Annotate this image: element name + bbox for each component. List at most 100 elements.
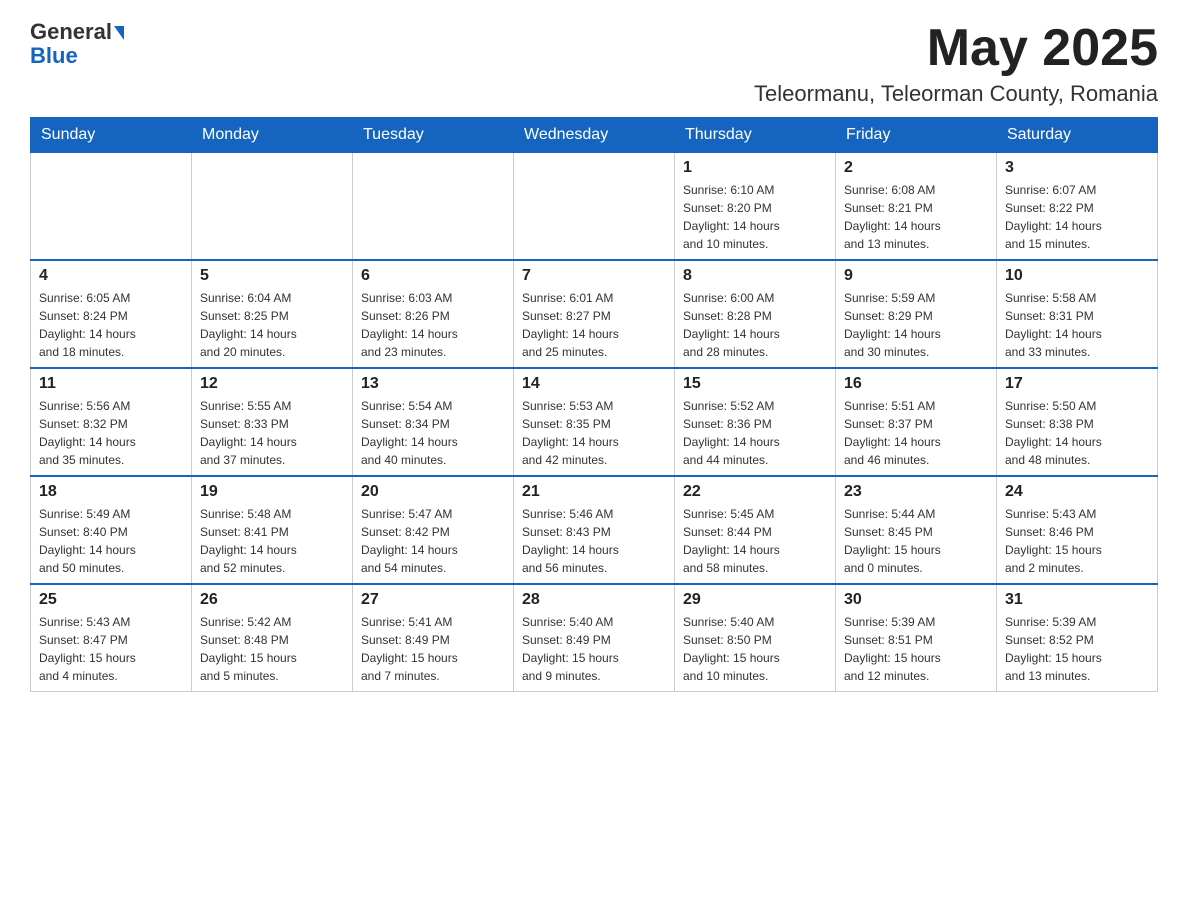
day-info: Sunrise: 5:40 AMSunset: 8:49 PMDaylight:… — [522, 613, 666, 685]
day-number: 24 — [1005, 483, 1149, 501]
day-info: Sunrise: 5:39 AMSunset: 8:52 PMDaylight:… — [1005, 613, 1149, 685]
day-number: 1 — [683, 159, 827, 177]
calendar-week-row: 11 Sunrise: 5:56 AMSunset: 8:32 PMDayligh… — [31, 368, 1158, 476]
calendar-week-row: 4 Sunrise: 6:05 AMSunset: 8:24 PMDaylight… — [31, 260, 1158, 368]
day-info: Sunrise: 6:10 AMSunset: 8:20 PMDaylight:… — [683, 181, 827, 253]
day-info: Sunrise: 5:46 AMSunset: 8:43 PMDaylight:… — [522, 505, 666, 577]
day-number: 7 — [522, 267, 666, 285]
day-number: 12 — [200, 375, 344, 393]
calendar-cell: 7 Sunrise: 6:01 AMSunset: 8:27 PMDaylight… — [514, 260, 675, 368]
header: General Blue May 2025 Teleormanu, Teleor… — [30, 20, 1158, 107]
day-number: 2 — [844, 159, 988, 177]
day-info: Sunrise: 5:41 AMSunset: 8:49 PMDaylight:… — [361, 613, 505, 685]
calendar-cell: 24Sunrise: 5:43 AMSunset: 8:46 PMDayligh… — [997, 476, 1158, 584]
calendar-cell: 4 Sunrise: 6:05 AMSunset: 8:24 PMDaylight… — [31, 260, 192, 368]
calendar-table: SundayMondayTuesdayWednesdayThursdayFrid… — [30, 117, 1158, 692]
day-number: 22 — [683, 483, 827, 501]
day-info: Sunrise: 6:01 AMSunset: 8:27 PMDaylight:… — [522, 289, 666, 361]
day-info: Sunrise: 5:39 AMSunset: 8:51 PMDaylight:… — [844, 613, 988, 685]
day-info: Sunrise: 6:03 AMSunset: 8:26 PMDaylight:… — [361, 289, 505, 361]
day-info: Sunrise: 5:45 AMSunset: 8:44 PMDaylight:… — [683, 505, 827, 577]
calendar-cell: 27 Sunrise: 5:41 AMSunset: 8:49 PMDayligh… — [353, 584, 514, 692]
day-info: Sunrise: 5:54 AMSunset: 8:34 PMDaylight:… — [361, 397, 505, 469]
day-number: 31 — [1005, 591, 1149, 609]
day-number: 10 — [1005, 267, 1149, 285]
calendar-cell: 10 Sunrise: 5:58 AMSunset: 8:31 PMDayligh… — [997, 260, 1158, 368]
day-info: Sunrise: 5:47 AMSunset: 8:42 PMDaylight:… — [361, 505, 505, 577]
day-info: Sunrise: 6:04 AMSunset: 8:25 PMDaylight:… — [200, 289, 344, 361]
day-number: 4 — [39, 267, 183, 285]
day-number: 11 — [39, 375, 183, 393]
calendar-cell: 9Sunrise: 5:59 AMSunset: 8:29 PMDaylight… — [836, 260, 997, 368]
day-number: 27 — [361, 591, 505, 609]
calendar-cell — [353, 153, 514, 261]
day-info: Sunrise: 5:55 AMSunset: 8:33 PMDaylight:… — [200, 397, 344, 469]
day-info: Sunrise: 6:00 AMSunset: 8:28 PMDaylight:… — [683, 289, 827, 361]
title-area: May 2025 Teleormanu, Teleorman County, R… — [754, 20, 1158, 107]
weekday-header-wednesday: Wednesday — [514, 118, 675, 153]
calendar-cell: 16Sunrise: 5:51 AMSunset: 8:37 PMDayligh… — [836, 368, 997, 476]
calendar-cell: 19Sunrise: 5:48 AMSunset: 8:41 PMDayligh… — [192, 476, 353, 584]
day-info: Sunrise: 6:08 AMSunset: 8:21 PMDaylight:… — [844, 181, 988, 253]
calendar-cell: 22 Sunrise: 5:45 AMSunset: 8:44 PMDayligh… — [675, 476, 836, 584]
day-number: 3 — [1005, 159, 1149, 177]
calendar-cell: 23 Sunrise: 5:44 AMSunset: 8:45 PMDayligh… — [836, 476, 997, 584]
day-number: 8 — [683, 267, 827, 285]
day-info: Sunrise: 5:58 AMSunset: 8:31 PMDaylight:… — [1005, 289, 1149, 361]
weekday-header-tuesday: Tuesday — [353, 118, 514, 153]
day-number: 16 — [844, 375, 988, 393]
day-info: Sunrise: 5:43 AMSunset: 8:47 PMDaylight:… — [39, 613, 183, 685]
calendar-cell: 1 Sunrise: 6:10 AMSunset: 8:20 PMDaylight… — [675, 153, 836, 261]
calendar-week-row: 25 Sunrise: 5:43 AMSunset: 8:47 PMDayligh… — [31, 584, 1158, 692]
calendar-cell: 11 Sunrise: 5:56 AMSunset: 8:32 PMDayligh… — [31, 368, 192, 476]
day-number: 17 — [1005, 375, 1149, 393]
day-info: Sunrise: 5:42 AMSunset: 8:48 PMDaylight:… — [200, 613, 344, 685]
calendar-cell — [192, 153, 353, 261]
day-info: Sunrise: 5:40 AMSunset: 8:50 PMDaylight:… — [683, 613, 827, 685]
day-number: 21 — [522, 483, 666, 501]
calendar-cell: 31 Sunrise: 5:39 AMSunset: 8:52 PMDayligh… — [997, 584, 1158, 692]
calendar-header-row: SundayMondayTuesdayWednesdayThursdayFrid… — [31, 118, 1158, 153]
day-number: 13 — [361, 375, 505, 393]
location-title: Teleormanu, Teleorman County, Romania — [754, 81, 1158, 107]
calendar-cell: 13 Sunrise: 5:54 AMSunset: 8:34 PMDayligh… — [353, 368, 514, 476]
logo-blue-text: Blue — [30, 44, 124, 68]
day-number: 26 — [200, 591, 344, 609]
day-number: 6 — [361, 267, 505, 285]
calendar-cell: 20Sunrise: 5:47 AMSunset: 8:42 PMDayligh… — [353, 476, 514, 584]
calendar-cell: 14 Sunrise: 5:53 AMSunset: 8:35 PMDayligh… — [514, 368, 675, 476]
calendar-cell: 30 Sunrise: 5:39 AMSunset: 8:51 PMDayligh… — [836, 584, 997, 692]
day-number: 23 — [844, 483, 988, 501]
calendar-cell: 15 Sunrise: 5:52 AMSunset: 8:36 PMDayligh… — [675, 368, 836, 476]
day-info: Sunrise: 5:44 AMSunset: 8:45 PMDaylight:… — [844, 505, 988, 577]
day-info: Sunrise: 5:53 AMSunset: 8:35 PMDaylight:… — [522, 397, 666, 469]
day-info: Sunrise: 5:50 AMSunset: 8:38 PMDaylight:… — [1005, 397, 1149, 469]
calendar-week-row: 1 Sunrise: 6:10 AMSunset: 8:20 PMDaylight… — [31, 153, 1158, 261]
day-number: 18 — [39, 483, 183, 501]
day-number: 28 — [522, 591, 666, 609]
weekday-header-monday: Monday — [192, 118, 353, 153]
logo-general-text: General — [30, 19, 112, 44]
day-info: Sunrise: 6:05 AMSunset: 8:24 PMDaylight:… — [39, 289, 183, 361]
calendar-cell: 12 Sunrise: 5:55 AMSunset: 8:33 PMDayligh… — [192, 368, 353, 476]
calendar-cell: 18 Sunrise: 5:49 AMSunset: 8:40 PMDayligh… — [31, 476, 192, 584]
day-number: 30 — [844, 591, 988, 609]
day-number: 25 — [39, 591, 183, 609]
weekday-header-friday: Friday — [836, 118, 997, 153]
day-info: Sunrise: 5:56 AMSunset: 8:32 PMDaylight:… — [39, 397, 183, 469]
calendar-cell: 28 Sunrise: 5:40 AMSunset: 8:49 PMDayligh… — [514, 584, 675, 692]
day-number: 15 — [683, 375, 827, 393]
day-number: 14 — [522, 375, 666, 393]
calendar-cell: 21 Sunrise: 5:46 AMSunset: 8:43 PMDayligh… — [514, 476, 675, 584]
day-info: Sunrise: 5:52 AMSunset: 8:36 PMDaylight:… — [683, 397, 827, 469]
day-info: Sunrise: 5:49 AMSunset: 8:40 PMDaylight:… — [39, 505, 183, 577]
calendar-cell: 25 Sunrise: 5:43 AMSunset: 8:47 PMDayligh… — [31, 584, 192, 692]
calendar-cell: 17 Sunrise: 5:50 AMSunset: 8:38 PMDayligh… — [997, 368, 1158, 476]
day-number: 5 — [200, 267, 344, 285]
logo: General Blue — [30, 20, 124, 68]
calendar-cell: 5 Sunrise: 6:04 AMSunset: 8:25 PMDaylight… — [192, 260, 353, 368]
calendar-cell — [31, 153, 192, 261]
logo-triangle-icon — [114, 26, 124, 40]
calendar-cell: 29Sunrise: 5:40 AMSunset: 8:50 PMDayligh… — [675, 584, 836, 692]
calendar-cell — [514, 153, 675, 261]
